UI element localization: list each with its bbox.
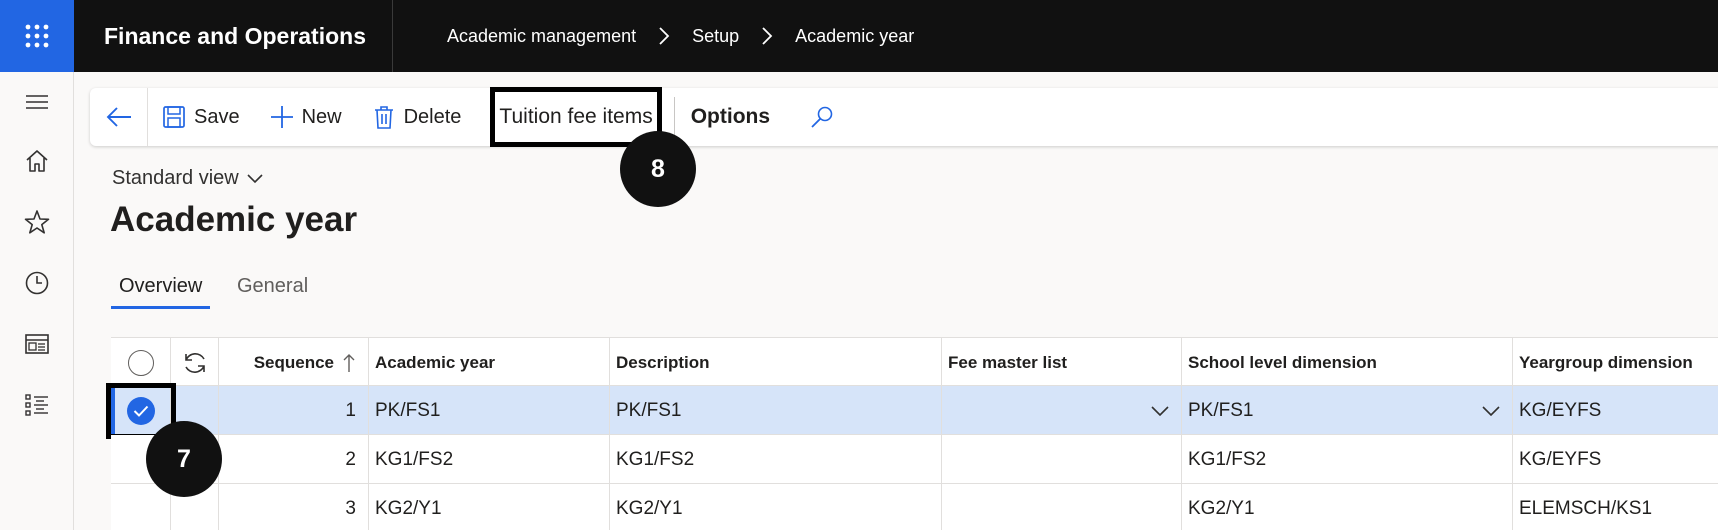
cell-academic-year[interactable]: KG1/FS2 xyxy=(369,435,610,484)
table-row[interactable]: 2 KG1/FS2 KG1/FS2 KG1/FS2 KG/EYFS xyxy=(111,435,1718,484)
cell-fee-master-list[interactable] xyxy=(942,484,1182,530)
action-pane: Save New Delete Tuition fee items Option… xyxy=(90,87,1718,147)
modules-icon xyxy=(25,394,48,416)
options-tab[interactable]: Options xyxy=(689,105,782,129)
column-header-sequence[interactable]: Sequence xyxy=(219,338,369,387)
cell-academic-year[interactable]: KG2/Y1 xyxy=(369,484,610,530)
cell-description[interactable]: KG1/FS2 xyxy=(610,435,942,484)
search-icon xyxy=(811,106,833,128)
cell-yeargroup[interactable]: KG/EYFS xyxy=(1513,435,1718,484)
hamburger-icon xyxy=(26,95,48,109)
left-navigation xyxy=(0,72,74,530)
sort-up-icon xyxy=(343,353,355,372)
select-all-cell[interactable] xyxy=(111,338,171,387)
top-bar-divider xyxy=(392,0,393,72)
back-arrow-icon xyxy=(106,107,131,127)
view-name: Standard view xyxy=(112,167,239,189)
column-header-academic-year[interactable]: Academic year xyxy=(369,338,610,387)
cell-sequence[interactable]: 1 xyxy=(219,386,369,435)
select-all-checkbox[interactable] xyxy=(127,349,154,376)
step-badge-8: 8 xyxy=(620,131,696,207)
workspace-icon xyxy=(25,334,49,354)
plus-icon xyxy=(270,106,293,128)
breadcrumb-academic-management[interactable]: Academic management xyxy=(447,26,636,47)
search-button[interactable] xyxy=(810,105,834,129)
cell-school-level: PK/FS1 xyxy=(1188,399,1254,421)
chevron-right-icon xyxy=(659,27,670,45)
cell-description[interactable]: KG2/Y1 xyxy=(610,484,942,530)
save-button[interactable]: Save xyxy=(148,88,255,146)
column-header-sequence-label: Sequence xyxy=(253,352,334,372)
cell-school-level[interactable]: KG2/Y1 xyxy=(1182,484,1513,530)
app-launcher-icon xyxy=(25,24,49,48)
nav-favorites-button[interactable] xyxy=(0,198,74,246)
delete-button[interactable]: Delete xyxy=(357,88,477,146)
column-header-school-level-dimension[interactable]: School level dimension xyxy=(1182,338,1513,387)
cell-yeargroup[interactable]: KG/EYFS xyxy=(1513,386,1718,435)
cell-fee-master-list[interactable] xyxy=(942,435,1182,484)
page-title: Academic year xyxy=(110,200,358,239)
row-select-cell[interactable] xyxy=(111,484,171,530)
save-label: Save xyxy=(194,105,240,128)
cell-sequence[interactable]: 3 xyxy=(219,484,369,530)
tab-general[interactable]: General xyxy=(237,275,308,298)
back-button[interactable] xyxy=(90,88,148,146)
cell-school-level[interactable]: KG1/FS2 xyxy=(1182,435,1513,484)
new-label: New xyxy=(301,105,342,128)
save-icon xyxy=(163,106,185,128)
school-level-dropdown[interactable]: PK/FS1 xyxy=(1182,386,1513,435)
star-icon xyxy=(24,210,50,234)
chevron-right-icon xyxy=(762,27,773,45)
refresh-icon xyxy=(184,352,205,373)
chevron-down-icon[interactable] xyxy=(1151,405,1169,416)
chevron-down-icon xyxy=(247,173,263,183)
nav-workspaces-button[interactable] xyxy=(0,320,74,368)
column-header-fee-master-list[interactable]: Fee master list xyxy=(942,338,1182,387)
nav-recent-button[interactable] xyxy=(0,259,74,307)
top-bar: Finance and Operations Academic manageme… xyxy=(0,0,1718,72)
fee-master-list-dropdown[interactable] xyxy=(942,386,1182,435)
tab-overview[interactable]: Overview xyxy=(111,275,211,309)
cell-description[interactable]: PK/FS1 xyxy=(610,386,942,435)
view-selector[interactable]: Standard view xyxy=(112,167,263,190)
nav-modules-button[interactable] xyxy=(0,381,74,429)
cell-sequence[interactable]: 2 xyxy=(219,435,369,484)
app-title: Finance and Operations xyxy=(104,22,366,49)
breadcrumb-academic-year[interactable]: Academic year xyxy=(795,26,914,47)
clock-icon xyxy=(25,271,49,295)
breadcrumb-setup[interactable]: Setup xyxy=(692,26,739,47)
column-header-yeargroup-dimension[interactable]: Yeargroup dimension xyxy=(1513,338,1718,387)
step-badge-7: 7 xyxy=(146,421,222,497)
delete-label: Delete xyxy=(403,105,462,128)
table-row[interactable]: 1 PK/FS1 PK/FS1 PK/FS1 KG/EYFS xyxy=(106,383,1718,439)
grid-header-row: Sequence Academic year Description Fee m… xyxy=(111,337,1718,387)
new-button[interactable]: New xyxy=(255,88,357,146)
home-icon xyxy=(26,150,48,172)
delete-icon xyxy=(374,106,393,129)
breadcrumb: Academic management Setup Academic year xyxy=(447,26,914,47)
app-launcher-button[interactable] xyxy=(0,0,74,72)
cell-academic-year[interactable]: PK/FS1 xyxy=(369,386,610,435)
nav-home-button[interactable] xyxy=(0,137,74,185)
chevron-down-icon[interactable] xyxy=(1482,405,1500,416)
column-header-description[interactable]: Description xyxy=(610,338,942,387)
nav-expand-button[interactable] xyxy=(0,78,74,126)
refresh-cell[interactable] xyxy=(171,338,219,387)
action-pane-divider xyxy=(673,97,675,137)
table-row[interactable]: 3 KG2/Y1 KG2/Y1 KG2/Y1 ELEMSCH/KS1 xyxy=(111,484,1718,530)
cell-yeargroup[interactable]: ELEMSCH/KS1 xyxy=(1513,484,1718,530)
